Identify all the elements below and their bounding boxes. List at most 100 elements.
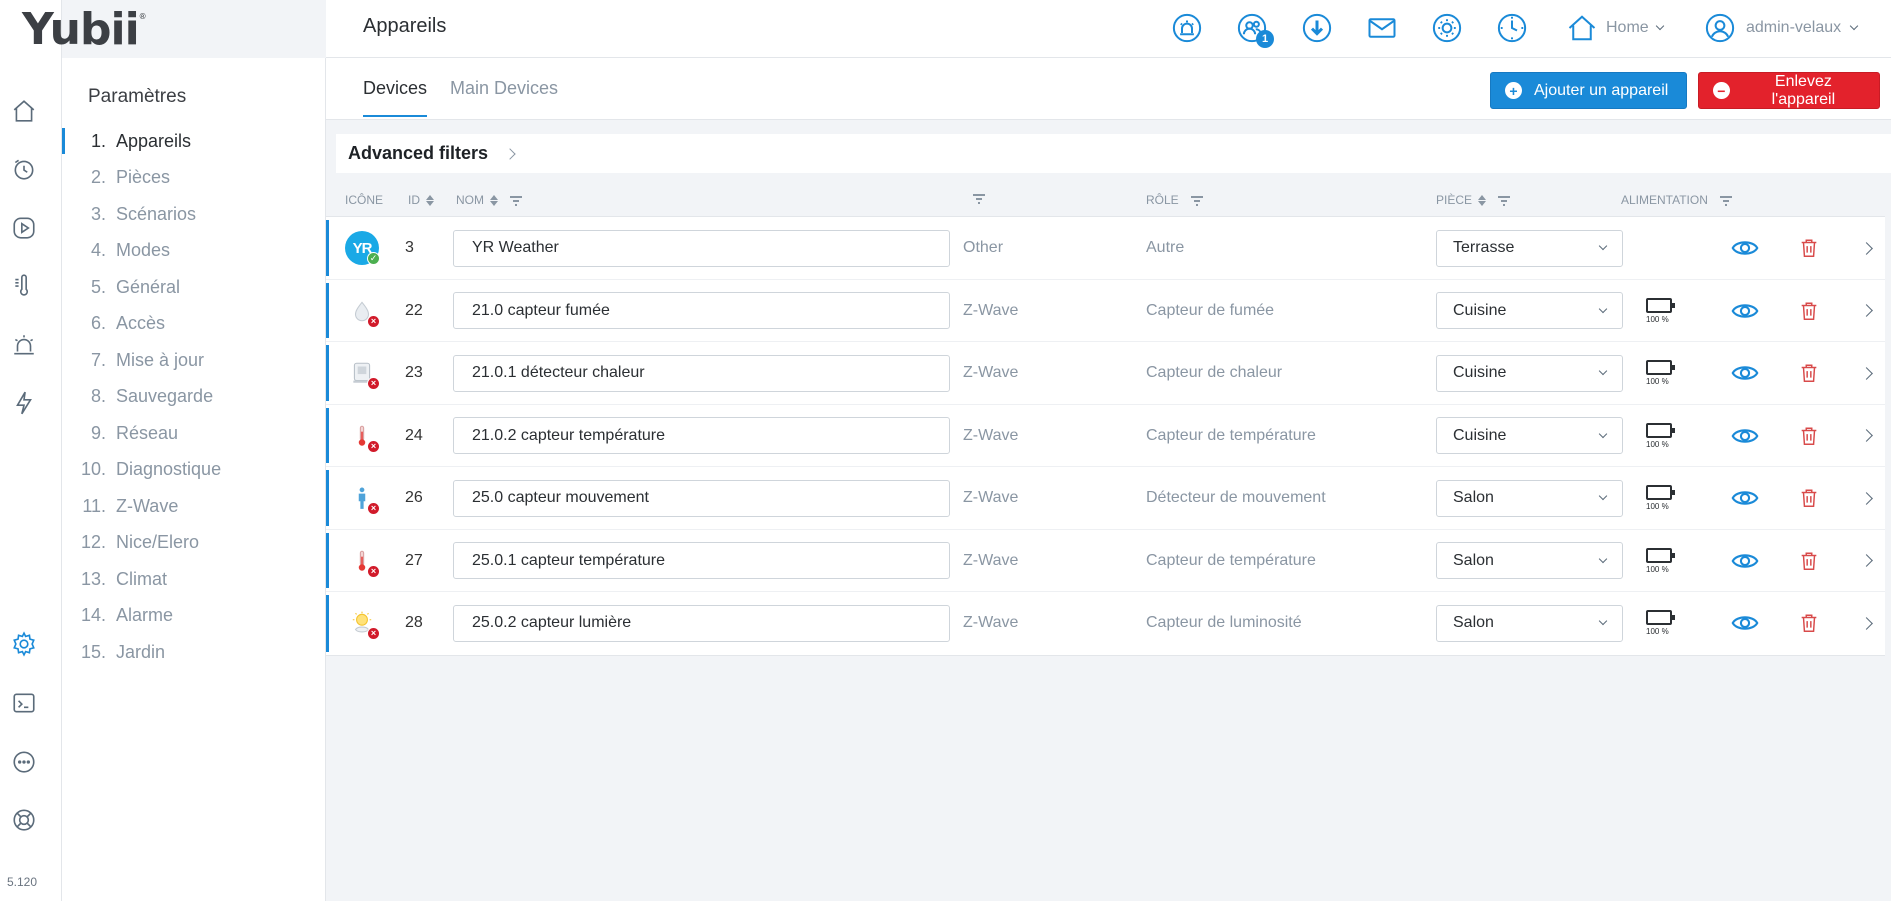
delete-trash-icon[interactable] bbox=[1798, 405, 1820, 467]
column-power[interactable]: ALIMENTATION bbox=[1621, 193, 1732, 207]
chevron-right-icon bbox=[504, 147, 516, 160]
param-item-10[interactable]: 10. Diagnostique bbox=[62, 453, 324, 487]
delete-trash-icon[interactable] bbox=[1798, 217, 1820, 279]
param-item-7[interactable]: 7. Mise à jour bbox=[62, 343, 324, 377]
column-id[interactable]: ID bbox=[408, 193, 434, 207]
column-role[interactable]: RÔLE bbox=[1146, 193, 1203, 207]
room-select[interactable]: Cuisine bbox=[1436, 417, 1623, 454]
row-chevron-right-icon[interactable] bbox=[1860, 405, 1873, 467]
column-protocol[interactable] bbox=[973, 193, 985, 204]
row-chevron-right-icon[interactable] bbox=[1860, 280, 1873, 342]
row-chevron-right-icon[interactable] bbox=[1860, 530, 1873, 592]
view-eye-icon[interactable] bbox=[1731, 342, 1759, 404]
room-select[interactable]: Salon bbox=[1436, 479, 1623, 517]
sort-icon[interactable] bbox=[426, 194, 434, 206]
device-name-input[interactable]: 25.0 capteur mouvement bbox=[453, 479, 950, 517]
sun-icon[interactable] bbox=[1431, 12, 1463, 44]
remove-device-button[interactable]: − Enlevez l'appareil bbox=[1698, 72, 1880, 109]
brand-logo[interactable]: Yubii® bbox=[22, 4, 147, 55]
view-eye-icon[interactable] bbox=[1731, 467, 1759, 529]
help-icon[interactable] bbox=[10, 806, 38, 834]
param-item-15[interactable]: 15. Jardin bbox=[62, 635, 324, 669]
home-icon[interactable] bbox=[10, 97, 38, 125]
users-icon[interactable]: 1 bbox=[1236, 12, 1274, 48]
room-select[interactable]: Salon bbox=[1436, 542, 1623, 579]
device-name-cell: 25.0 capteur mouvement bbox=[453, 467, 950, 529]
device-name-input[interactable]: 21.0.2 capteur température bbox=[453, 417, 950, 454]
filter-icon[interactable] bbox=[510, 195, 522, 206]
delete-trash-icon[interactable] bbox=[1798, 342, 1820, 404]
param-item-12[interactable]: 12. Nice/Elero bbox=[62, 526, 324, 560]
view-eye-icon[interactable] bbox=[1731, 592, 1759, 654]
room-select[interactable]: Cuisine bbox=[1436, 292, 1623, 329]
tab-main-devices[interactable]: Main Devices bbox=[450, 78, 558, 115]
sort-icon[interactable] bbox=[490, 194, 498, 206]
param-item-11[interactable]: 11. Z-Wave bbox=[62, 489, 324, 523]
clock-icon[interactable] bbox=[10, 155, 38, 183]
param-item-9[interactable]: 9. Réseau bbox=[62, 416, 324, 450]
param-item-13[interactable]: 13. Climat bbox=[62, 562, 324, 596]
param-item-6[interactable]: 6. Accès bbox=[62, 307, 324, 341]
delete-trash-icon[interactable] bbox=[1798, 467, 1820, 529]
device-name-input[interactable]: 21.0.1 détecteur chaleur bbox=[453, 354, 950, 392]
table-row[interactable]: × 28 25.0.2 capteur lumière Z-Wave Capteur d… bbox=[326, 592, 1885, 655]
row-chevron-right-icon[interactable] bbox=[1860, 342, 1873, 404]
lightning-icon[interactable] bbox=[10, 389, 38, 417]
table-row[interactable]: × 24 21.0.2 capteur température Z-Wave Capte… bbox=[326, 405, 1885, 467]
param-item-label: Scénarios bbox=[116, 203, 197, 224]
clock-schedule-icon[interactable] bbox=[1496, 12, 1528, 44]
add-device-button[interactable]: + Ajouter un appareil bbox=[1490, 72, 1687, 109]
table-row[interactable]: × 27 25.0.1 capteur température Z-Wave Capte… bbox=[326, 530, 1885, 592]
alarm-bell-icon[interactable] bbox=[1171, 12, 1203, 44]
param-item-14[interactable]: 14. Alarme bbox=[62, 599, 324, 633]
battery-cell: 100 % bbox=[1646, 530, 1675, 592]
param-item-5[interactable]: 5. Général bbox=[62, 270, 324, 304]
gear-icon[interactable] bbox=[10, 630, 38, 658]
device-name-input[interactable]: 21.0 capteur fumée bbox=[453, 292, 950, 329]
row-chevron-right-icon[interactable] bbox=[1860, 217, 1873, 279]
advanced-filters[interactable]: Advanced filters bbox=[336, 134, 1891, 173]
thermometer-icon[interactable] bbox=[10, 272, 38, 300]
column-name[interactable]: NOM bbox=[456, 193, 522, 207]
view-eye-icon[interactable] bbox=[1731, 405, 1759, 467]
room-select[interactable]: Terrasse bbox=[1436, 229, 1623, 267]
alarm-icon[interactable] bbox=[10, 331, 38, 359]
device-name-input[interactable]: 25.0.1 capteur température bbox=[453, 542, 950, 579]
play-icon[interactable] bbox=[10, 214, 38, 242]
filter-icon[interactable] bbox=[1498, 195, 1511, 206]
filter-icon[interactable] bbox=[973, 193, 985, 204]
terminal-icon[interactable] bbox=[10, 689, 38, 717]
row-chevron-right-icon[interactable] bbox=[1860, 467, 1873, 529]
view-eye-icon[interactable] bbox=[1731, 280, 1759, 342]
table-row[interactable]: × 26 25.0 capteur mouvement Z-Wave Détecteur… bbox=[326, 467, 1885, 530]
room-select[interactable]: Cuisine bbox=[1436, 354, 1623, 392]
param-item-1[interactable]: 1. Appareils bbox=[62, 124, 324, 158]
delete-trash-icon[interactable] bbox=[1798, 592, 1820, 654]
param-item-3[interactable]: 3. Scénarios bbox=[62, 197, 324, 231]
room-select[interactable]: Salon bbox=[1436, 604, 1623, 642]
download-icon[interactable] bbox=[1301, 12, 1333, 44]
filter-icon[interactable] bbox=[1719, 195, 1732, 206]
delete-trash-icon[interactable] bbox=[1798, 530, 1820, 592]
mail-icon[interactable] bbox=[1366, 12, 1398, 44]
device-name-input[interactable]: YR Weather bbox=[453, 229, 950, 267]
user-menu[interactable]: admin-velaux bbox=[1704, 10, 1859, 46]
column-room[interactable]: PIÈCE bbox=[1436, 193, 1511, 207]
filter-icon[interactable] bbox=[1190, 195, 1203, 206]
table-row[interactable]: × 22 21.0 capteur fumée Z-Wave Capteur de fu… bbox=[326, 280, 1885, 342]
sort-icon[interactable] bbox=[1478, 194, 1487, 206]
view-eye-icon[interactable] bbox=[1731, 217, 1759, 279]
param-item-2[interactable]: 2. Pièces bbox=[62, 161, 324, 195]
delete-trash-icon[interactable] bbox=[1798, 280, 1820, 342]
param-item-8[interactable]: 8. Sauvegarde bbox=[62, 380, 324, 414]
table-row[interactable]: YR ✓ 3 YR Weather Other Autre Terrasse bbox=[326, 217, 1885, 280]
device-name-input[interactable]: 25.0.2 capteur lumière bbox=[453, 604, 950, 642]
tab-devices[interactable]: Devices bbox=[363, 78, 428, 117]
param-item-4[interactable]: 4. Modes bbox=[62, 234, 324, 268]
home-selector[interactable]: Home bbox=[1566, 10, 1664, 46]
table-row[interactable]: × 23 21.0.1 détecteur chaleur Z-Wave Capteur… bbox=[326, 342, 1885, 405]
plus-icon: + bbox=[1505, 82, 1522, 99]
more-icon[interactable] bbox=[10, 748, 38, 776]
view-eye-icon[interactable] bbox=[1731, 530, 1759, 592]
row-chevron-right-icon[interactable] bbox=[1860, 592, 1873, 654]
